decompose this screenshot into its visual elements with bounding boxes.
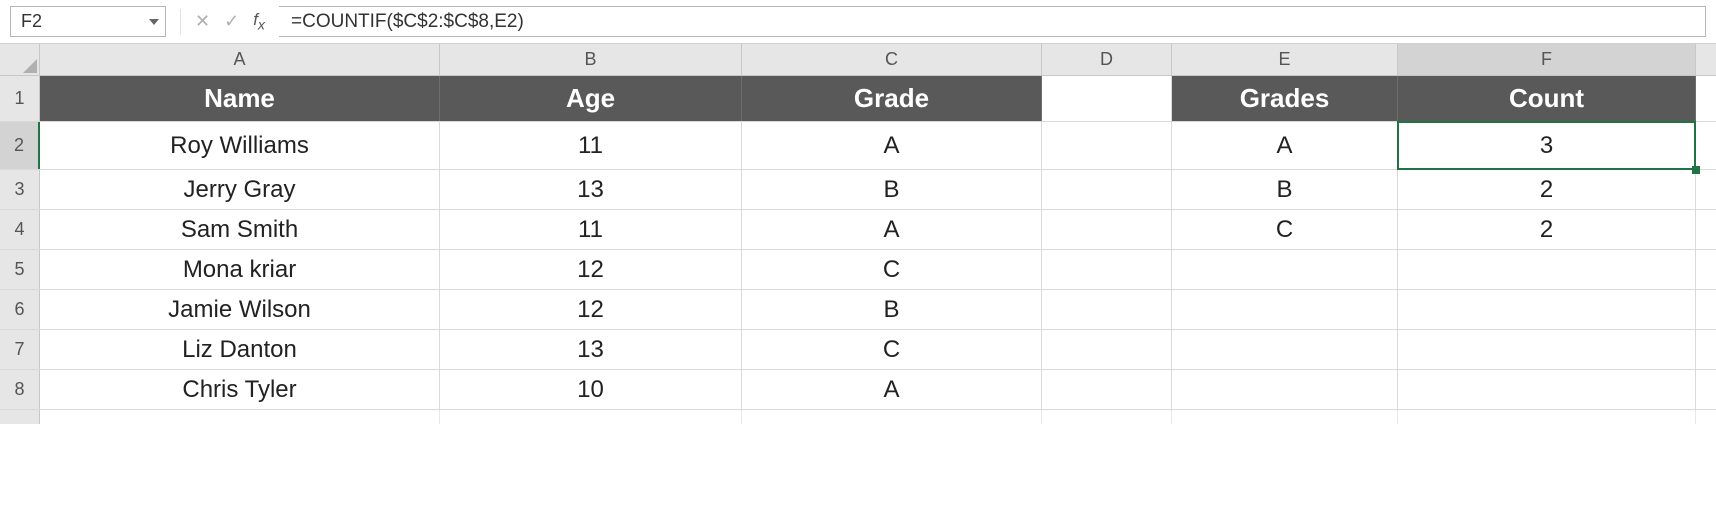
formula-text: =COUNTIF($C$2:$C$8,E2) [291,11,524,33]
row-header-stub[interactable] [0,410,40,424]
cell-e7[interactable] [1172,330,1398,369]
row-3: 3 Jerry Gray 13 B B 2 [0,170,1716,210]
formula-bar: F2 ✕ ✓ fx =COUNTIF($C$2:$C$8,E2) [0,0,1716,44]
cell-stub-b[interactable] [440,410,742,424]
cancel-icon[interactable]: ✕ [195,11,210,32]
header-name[interactable]: Name [40,76,440,121]
row-header-2[interactable]: 2 [0,122,40,169]
cell-b2[interactable]: 11 [440,122,742,169]
row-header-1[interactable]: 1 [0,76,40,121]
cell-b5[interactable]: 12 [440,250,742,289]
cell-e3[interactable]: B [1172,170,1398,209]
cell-b7[interactable]: 13 [440,330,742,369]
cell-stub-d[interactable] [1042,410,1172,424]
row-4: 4 Sam Smith 11 A C 2 [0,210,1716,250]
row-1: 1 Name Age Grade Grades Count [0,76,1716,122]
fx-icon[interactable]: fx [253,10,265,33]
cell-e6[interactable] [1172,290,1398,329]
cell-d2[interactable] [1042,122,1172,169]
row-header-5[interactable]: 5 [0,250,40,289]
row-header-3[interactable]: 3 [0,170,40,209]
cell-e4[interactable]: C [1172,210,1398,249]
cell-stub-c[interactable] [742,410,1042,424]
cell-b3[interactable]: 13 [440,170,742,209]
col-header-a[interactable]: A [40,44,440,75]
spreadsheet-grid: A B C D E F 1 Name Age Grade Grades Coun… [0,44,1716,424]
cell-c4[interactable]: A [742,210,1042,249]
cell-c2[interactable]: A [742,122,1042,169]
cell-e2[interactable]: A [1172,122,1398,169]
cell-f7[interactable] [1398,330,1696,369]
cell-d5[interactable] [1042,250,1172,289]
row-2: 2 Roy Williams 11 A A 3 [0,122,1716,170]
cell-f3[interactable]: 2 [1398,170,1696,209]
name-box-value: F2 [21,11,42,32]
row-8: 8 Chris Tyler 10 A [0,370,1716,410]
formula-input[interactable]: =COUNTIF($C$2:$C$8,E2) [279,6,1706,37]
separator [180,9,181,35]
cell-d6[interactable] [1042,290,1172,329]
cell-stub-f[interactable] [1398,410,1696,424]
cell-a5[interactable]: Mona kriar [40,250,440,289]
cell-a4[interactable]: Sam Smith [40,210,440,249]
cell-a3[interactable]: Jerry Gray [40,170,440,209]
name-box[interactable]: F2 [10,6,166,37]
cell-d4[interactable] [1042,210,1172,249]
cell-f5[interactable] [1398,250,1696,289]
enter-icon[interactable]: ✓ [224,11,239,32]
cell-f6[interactable] [1398,290,1696,329]
formula-bar-buttons: ✕ ✓ fx [166,0,279,43]
row-header-6[interactable]: 6 [0,290,40,329]
cell-a7[interactable]: Liz Danton [40,330,440,369]
row-7: 7 Liz Danton 13 C [0,330,1716,370]
cell-d1[interactable] [1042,76,1172,121]
row-5: 5 Mona kriar 12 C [0,250,1716,290]
cell-e8[interactable] [1172,370,1398,409]
dropdown-icon[interactable] [149,19,159,25]
row-6: 6 Jamie Wilson 12 B [0,290,1716,330]
row-stub [0,410,1716,424]
cell-b6[interactable]: 12 [440,290,742,329]
cell-a6[interactable]: Jamie Wilson [40,290,440,329]
cell-b4[interactable]: 11 [440,210,742,249]
cell-d3[interactable] [1042,170,1172,209]
row-header-7[interactable]: 7 [0,330,40,369]
col-header-e[interactable]: E [1172,44,1398,75]
col-header-f[interactable]: F [1398,44,1696,75]
row-header-4[interactable]: 4 [0,210,40,249]
header-grade[interactable]: Grade [742,76,1042,121]
header-grades[interactable]: Grades [1172,76,1398,121]
cell-stub-a[interactable] [40,410,440,424]
col-header-b[interactable]: B [440,44,742,75]
col-header-d[interactable]: D [1042,44,1172,75]
cell-f4[interactable]: 2 [1398,210,1696,249]
cell-d7[interactable] [1042,330,1172,369]
select-all-corner[interactable] [0,44,40,75]
cell-c7[interactable]: C [742,330,1042,369]
cell-f8[interactable] [1398,370,1696,409]
cell-b8[interactable]: 10 [440,370,742,409]
cell-a8[interactable]: Chris Tyler [40,370,440,409]
cell-c5[interactable]: C [742,250,1042,289]
col-header-c[interactable]: C [742,44,1042,75]
header-count[interactable]: Count [1398,76,1696,121]
cell-c3[interactable]: B [742,170,1042,209]
cell-f2[interactable]: 3 [1398,122,1696,169]
cell-c8[interactable]: A [742,370,1042,409]
column-header-row: A B C D E F [0,44,1716,76]
cell-d8[interactable] [1042,370,1172,409]
fill-handle[interactable] [1692,166,1700,174]
cell-c6[interactable]: B [742,290,1042,329]
row-header-8[interactable]: 8 [0,370,40,409]
cell-stub-e[interactable] [1172,410,1398,424]
header-age[interactable]: Age [440,76,742,121]
cell-e5[interactable] [1172,250,1398,289]
cell-a2[interactable]: Roy Williams [40,122,440,169]
